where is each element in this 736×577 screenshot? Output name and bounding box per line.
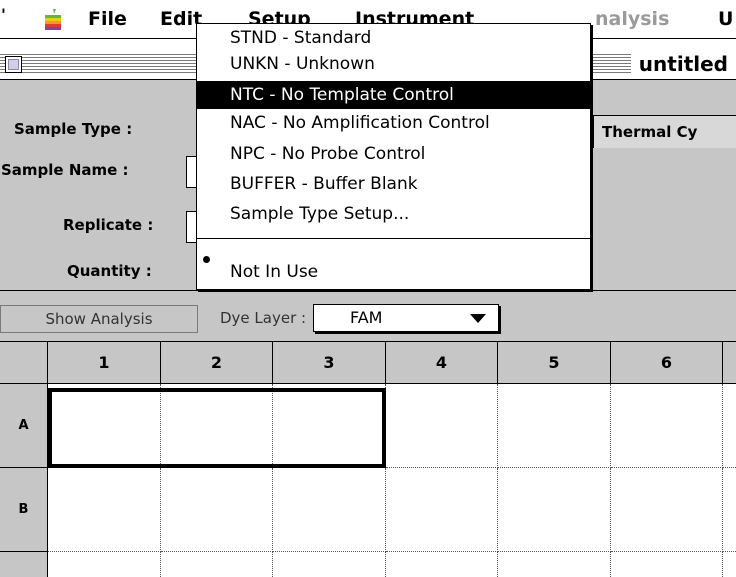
apple-icon[interactable] [42, 8, 64, 32]
well-c1-partial[interactable] [48, 552, 161, 577]
well-b7-partial[interactable] [723, 468, 736, 552]
menu-window[interactable]: U [718, 7, 733, 31]
column-header-7-partial[interactable] [723, 342, 736, 384]
menu-item-stnd[interactable]: STND - Standard [197, 26, 590, 50]
well-b1[interactable] [48, 468, 161, 552]
column-header-1[interactable]: 1 [48, 342, 161, 384]
column-header-3[interactable]: 3 [273, 342, 386, 384]
well-a7-partial[interactable] [723, 384, 736, 468]
close-box-icon[interactable] [5, 56, 22, 73]
well-c4-partial[interactable] [386, 552, 498, 577]
well-c6-partial[interactable] [611, 552, 723, 577]
menu-item-not-in-use[interactable]: Not In Use [197, 260, 590, 284]
column-header-5[interactable]: 5 [498, 342, 611, 384]
menu-item-npc[interactable]: NPC - No Probe Control [197, 142, 590, 166]
window-title: untitled [630, 49, 736, 79]
well-a5[interactable] [498, 384, 611, 468]
menu-file[interactable]: File [88, 7, 127, 31]
well-c2-partial[interactable] [161, 552, 273, 577]
show-analysis-button[interactable]: Show Analysis [0, 305, 198, 333]
well-b4[interactable] [386, 468, 498, 552]
well-c3-partial[interactable] [273, 552, 386, 577]
quantity-label: Quantity : [67, 262, 152, 280]
well-a6[interactable] [611, 384, 723, 468]
well-a4[interactable] [386, 384, 498, 468]
dye-layer-value: FAM [350, 308, 383, 327]
well-c5-partial[interactable] [498, 552, 611, 577]
well-b3[interactable] [273, 468, 386, 552]
menu-divider [197, 238, 590, 239]
well-a1[interactable] [48, 384, 161, 468]
dye-layer-select[interactable]: FAM [313, 304, 499, 332]
menu-item-unkn[interactable]: UNKN - Unknown [197, 52, 590, 76]
plate-grid: 1 2 3 4 5 6 A B [0, 342, 736, 577]
row-header-c-partial[interactable] [0, 552, 48, 577]
dye-layer-label: Dye Layer : [220, 309, 307, 327]
well-b2[interactable] [161, 468, 273, 552]
row-header-b[interactable]: B [0, 468, 48, 552]
sample-name-label: Sample Name : [1, 161, 129, 179]
sample-type-label: Sample Type : [14, 120, 133, 138]
replicate-label: Replicate : [63, 216, 154, 234]
tab-thermal-cycler[interactable]: Thermal Cy [593, 115, 736, 148]
menu-item-sample-type-setup[interactable]: Sample Type Setup... [197, 202, 590, 226]
plate-toolbar: Show Analysis Dye Layer : FAM [0, 291, 736, 342]
grid-corner [0, 342, 48, 384]
row-header-a[interactable]: A [0, 384, 48, 468]
dropdown-arrow-icon [470, 314, 486, 323]
well-a2[interactable] [161, 384, 273, 468]
column-header-4[interactable]: 4 [386, 342, 498, 384]
well-b5[interactable] [498, 468, 611, 552]
column-header-6[interactable]: 6 [611, 342, 723, 384]
column-header-2[interactable]: 2 [161, 342, 273, 384]
menu-tick-mark: ' [1, 5, 6, 24]
well-a3[interactable] [273, 384, 386, 468]
sample-type-menu: STND - Standard UNKN - Unknown NTC - No … [196, 23, 591, 290]
well-b6[interactable] [611, 468, 723, 552]
menu-item-ntc[interactable]: NTC - No Template Control [197, 81, 590, 109]
menu-item-buffer[interactable]: BUFFER - Buffer Blank [197, 172, 590, 196]
menu-analysis[interactable]: nalysis [595, 7, 669, 31]
menu-item-nac[interactable]: NAC - No Amplification Control [197, 111, 590, 135]
